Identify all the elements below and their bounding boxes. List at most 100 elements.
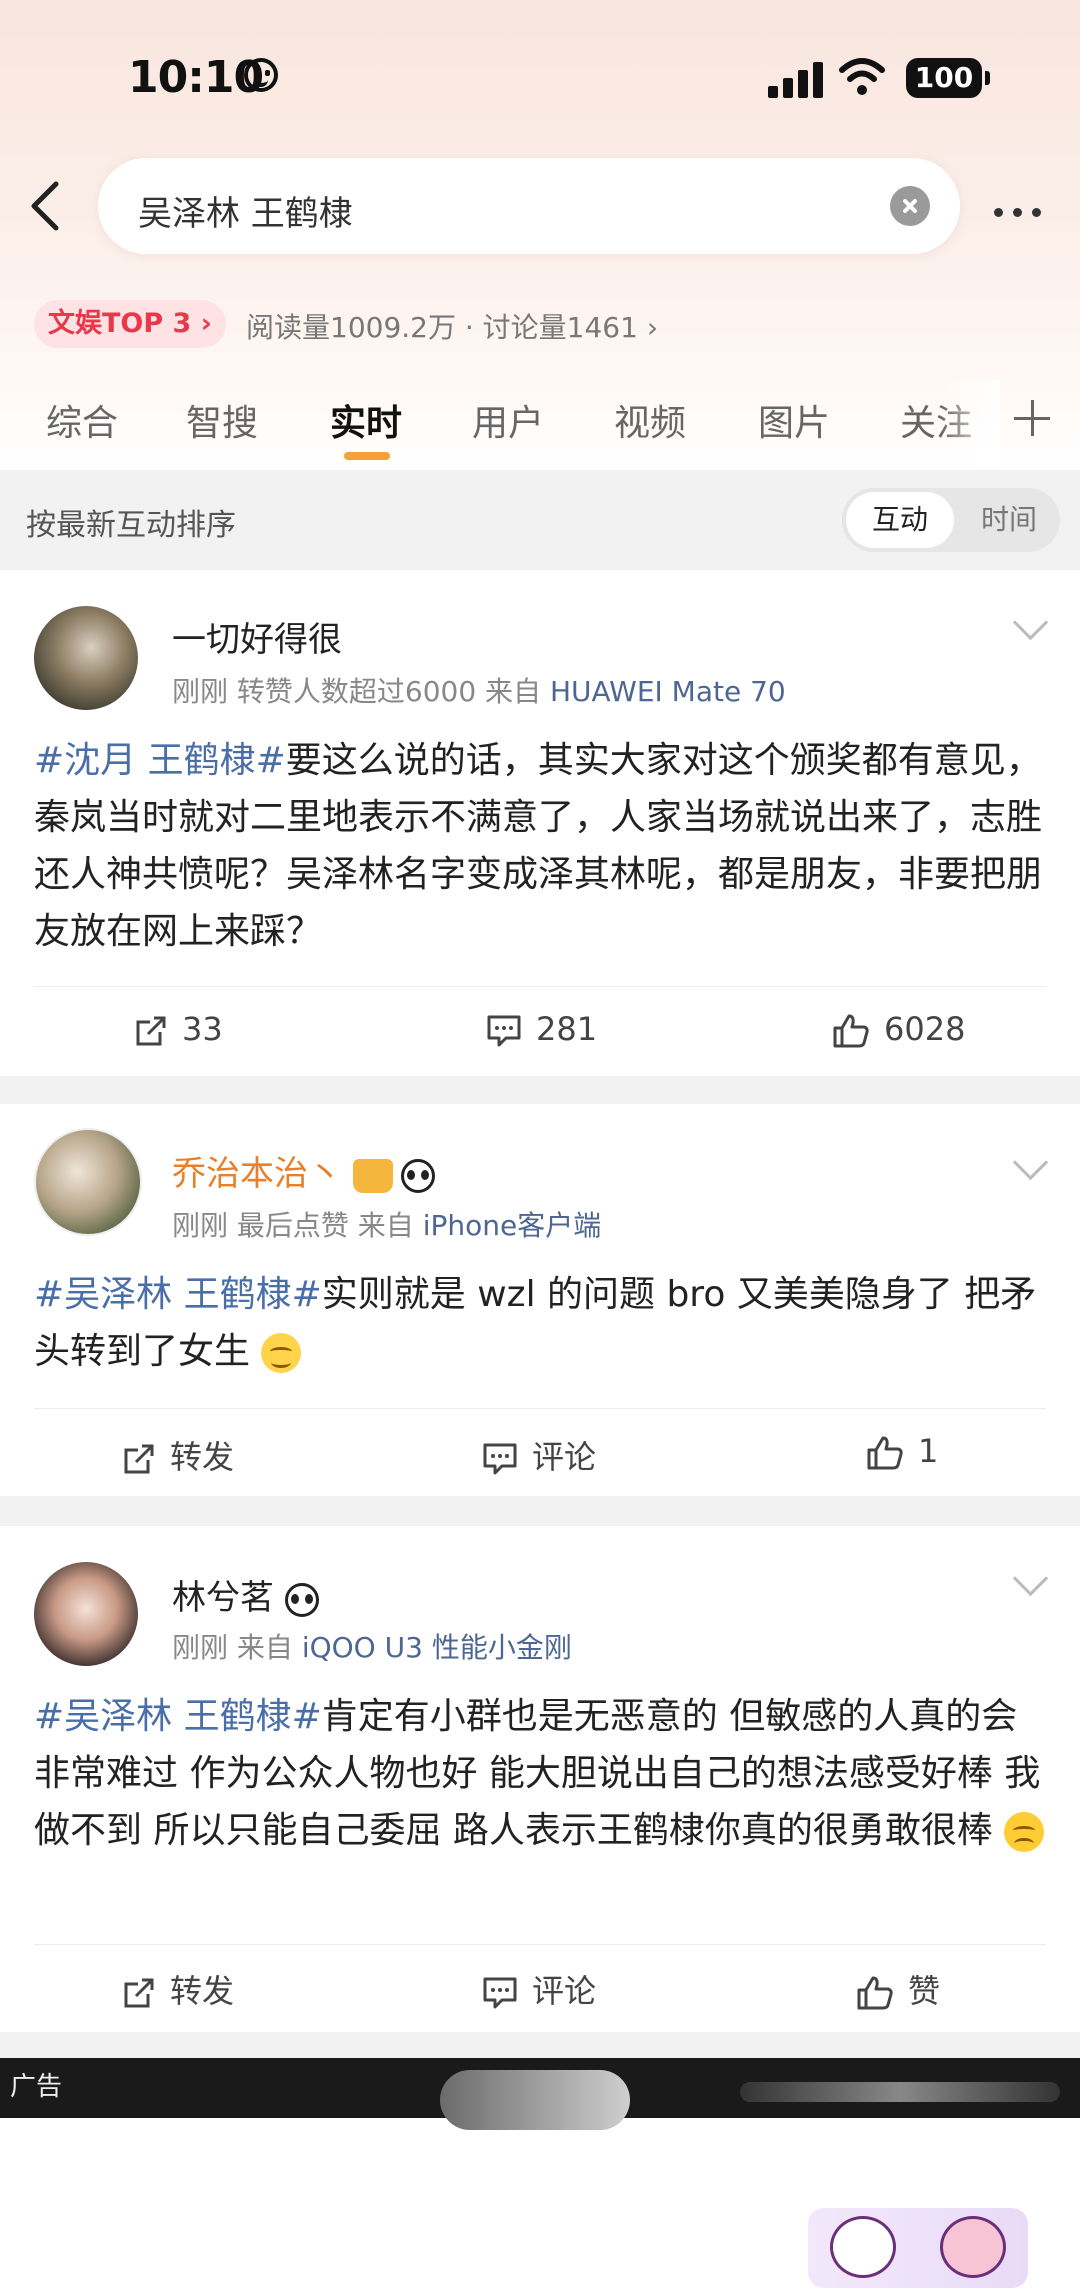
like-icon [833,1014,869,1048]
comment-button[interactable]: 评论 [482,1966,596,2012]
repost-icon [124,1978,154,2008]
sort-toggle[interactable]: 互动 时间 [842,488,1060,552]
comment-button[interactable]: 281 [486,1010,597,1048]
crown-icon [352,1158,393,1193]
post-card[interactable]: 林兮茗 刚刚 来自 iQOO U3 性能小金刚 #吴泽林 王鹤棣#肯定有小群也是… [0,1526,1080,2032]
username[interactable]: 乔治本治丶 [172,1146,435,1195]
ad-image [440,2070,630,2130]
tab-smart-search[interactable]: 智搜 [186,394,258,446]
avatar[interactable] [34,1562,138,1666]
repost-icon [136,1016,166,1046]
username[interactable]: 林兮茗 [172,1570,319,1619]
sheep-sticker-icon [830,2216,896,2278]
panda-icon [400,1158,435,1193]
avatar[interactable] [34,606,138,710]
tab-users[interactable]: 用户 [472,394,544,446]
device-source: iQOO U3 性能小金刚 [301,1631,572,1664]
meta-text: 刚刚 转赞人数超过6000 来自 [172,675,542,708]
topic-stats[interactable]: 阅读量1009.2万 · 讨论量1461 › [246,306,658,346]
comment-icon [483,1977,517,2009]
repost-label: 转发 [170,1438,235,1476]
search-input[interactable]: 吴泽林 王鹤棣 [98,158,960,254]
post-gap [0,2032,1080,2058]
repost-button[interactable]: 转发 [122,1966,234,2012]
cry-emoji-icon [1004,1812,1045,1852]
status-time: 10:10 [128,52,264,103]
smile-emoji-icon [261,1333,302,1373]
ad-image [740,2082,1060,2102]
like-button[interactable]: 赞 [856,1966,940,2012]
divider [34,1408,1046,1409]
clear-icon[interactable] [890,186,930,226]
repost-icon [124,1444,154,1474]
tab-fade [940,380,1000,466]
username[interactable]: 一切好得很 [172,612,342,661]
comment-icon [483,1443,517,1475]
device-source: HUAWEI Mate 70 [549,675,786,708]
tab-realtime[interactable]: 实时 [330,394,402,446]
battery-indicator: 100 [906,58,990,98]
comment-label: 评论 [532,1972,597,2010]
divider [34,986,1046,987]
search-query: 吴泽林 王鹤棣 [138,194,353,234]
ad-label: 广告 [10,2072,63,2102]
post-text: #吴泽林 王鹤棣#实则就是 wzl 的问题 bro 又美美隐身了 把矛头转到了女… [34,1266,1046,1380]
username-text: 林兮茗 [172,1578,274,1618]
chevron-down-icon[interactable] [1012,1560,1049,1597]
topic-rank-badge[interactable]: 文娱TOP 3 › [34,300,226,348]
post-meta: 刚刚 转赞人数超过6000 来自 HUAWEI Mate 70 [172,670,786,710]
tab-videos[interactable]: 视频 [614,394,686,446]
post-text: #吴泽林 王鹤棣#肯定有小群也是无恶意的 但敏感的人真的会非常难过 作为公众人物… [34,1688,1046,1859]
active-tab-indicator [344,452,390,460]
comment-button[interactable]: 评论 [482,1432,596,1478]
ad-banner[interactable]: 广告 [0,2058,1080,2130]
tab-bar: 综合 智搜 实时 用户 视频 图片 关注 [0,380,1080,466]
header: 10:10 100 吴泽林 王鹤棣 文娱TOP 3 › 阅读量1009.2万 ·… [0,0,1080,470]
post-card[interactable]: 乔治本治丶 刚刚 最后点赞 来自 iPhone客户端 #吴泽林 王鹤棣#实则就是… [0,1104,1080,2288]
like-button[interactable]: 6028 [832,1010,965,1049]
like-label: 赞 [908,1972,941,2010]
post-gap [0,1496,1080,1526]
panda-icon [284,1582,319,1617]
like-button[interactable]: 1 [866,1432,938,1471]
smile-icon [244,58,278,92]
like-icon [867,1436,903,1470]
tab-images[interactable]: 图片 [758,394,830,446]
post-meta: 刚刚 来自 iQOO U3 性能小金刚 [172,1626,572,1666]
post-gap [0,1076,1080,1104]
hashtag-link[interactable]: #沈月 王鹤棣# [34,740,286,781]
post-meta: 刚刚 最后点赞 来自 iPhone客户端 [172,1204,601,1244]
comment-icon [487,1015,521,1047]
divider [34,1944,1046,1945]
sort-option-interaction[interactable]: 互动 [846,492,954,548]
tab-comprehensive[interactable]: 综合 [46,394,118,446]
like-icon [857,1976,893,2010]
hashtag-link[interactable]: #吴泽林 王鹤棣# [34,1696,322,1737]
sort-label: 按最新互动排序 [26,508,236,543]
more-icon[interactable] [994,202,1051,221]
hashtag-link[interactable]: #吴泽林 王鹤棣# [34,1274,322,1315]
meta-text: 刚刚 最后点赞 来自 [172,1209,414,1242]
comment-count: 281 [536,1010,598,1048]
meta-text: 刚刚 来自 [172,1631,293,1664]
repost-button[interactable]: 33 [134,1010,223,1048]
wifi-icon [839,58,885,95]
chevron-down-icon[interactable] [1012,1144,1049,1181]
repost-button[interactable]: 转发 [122,1432,234,1478]
like-count: 1 [918,1432,939,1470]
sort-option-time[interactable]: 时间 [962,492,1056,548]
post-card[interactable]: 一切好得很 刚刚 转赞人数超过6000 来自 HUAWEI Mate 70 #沈… [0,570,1080,1076]
like-count: 6028 [884,1010,966,1048]
back-arrow-icon[interactable] [26,180,66,232]
post-text: #沈月 王鹤棣#要这么说的话，其实大家对这个颁奖都有意见，秦岚当时就对二里地表示… [34,732,1046,960]
device-source: iPhone客户端 [422,1209,602,1242]
signal-icon [768,60,824,98]
sheep-sticker-icon [940,2216,1006,2278]
comment-label: 评论 [532,1438,597,1476]
avatar[interactable] [34,1128,142,1236]
sort-bar: 按最新互动排序 互动 时间 [0,470,1080,570]
repost-count: 33 [182,1010,223,1048]
add-tab-icon[interactable] [1014,400,1050,436]
repost-label: 转发 [170,1972,235,2010]
chevron-down-icon[interactable] [1012,604,1049,641]
